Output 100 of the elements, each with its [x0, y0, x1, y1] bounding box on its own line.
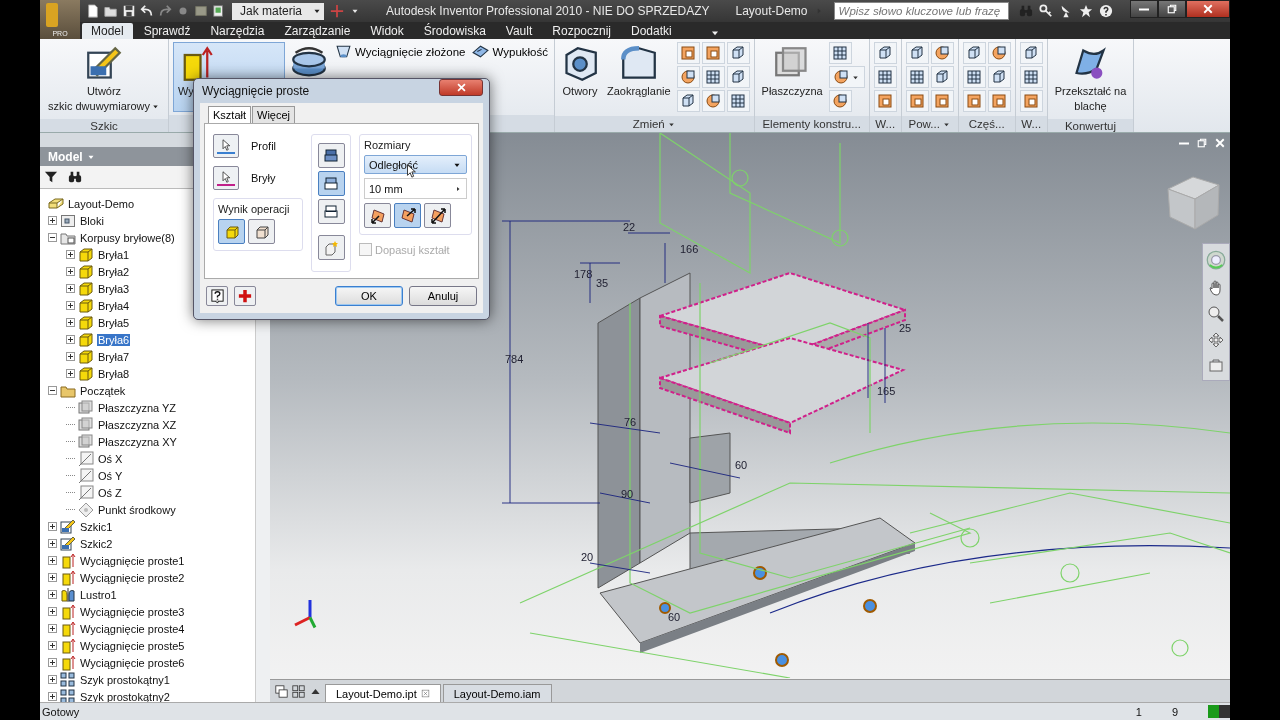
- tool-button[interactable]: [726, 42, 750, 64]
- close-button[interactable]: [1186, 0, 1230, 18]
- ribbon-button[interactable]: Przekształć na blachę: [1051, 42, 1130, 116]
- minimize-button[interactable]: [1130, 0, 1158, 18]
- output-toggle[interactable]: [248, 219, 275, 244]
- expand-icon[interactable]: [66, 301, 75, 310]
- tree-item[interactable]: Szkic2: [79, 537, 114, 550]
- cascade-button[interactable]: [274, 684, 289, 699]
- tree-item[interactable]: Bryła5: [97, 316, 131, 329]
- tool-button[interactable]: [962, 66, 986, 88]
- dialog-button[interactable]: OK: [335, 286, 403, 306]
- tile-button[interactable]: [291, 684, 306, 699]
- ribbon-tab[interactable]: Widok: [361, 23, 413, 39]
- ribbon-tab[interactable]: Model: [82, 23, 133, 39]
- direction-toggle[interactable]: [394, 203, 421, 228]
- document-tab[interactable]: Layout-Demo.iam: [442, 684, 552, 702]
- ribbon-tab[interactable]: Środowiska: [414, 23, 495, 39]
- expand-icon[interactable]: [66, 369, 75, 378]
- help-button[interactable]: [206, 286, 228, 306]
- ribbon-tab[interactable]: Narzędzia: [201, 23, 274, 39]
- expand-icon[interactable]: [66, 284, 75, 293]
- tool-button[interactable]: [676, 66, 700, 88]
- tool-button[interactable]: [962, 42, 986, 64]
- tool-button[interactable]: [873, 42, 897, 64]
- tree-item[interactable]: Bryła8: [97, 367, 131, 380]
- ribbon-tab[interactable]: Dodatki: [622, 23, 681, 39]
- tool-button[interactable]: [930, 90, 954, 112]
- tool-button[interactable]: [873, 66, 897, 88]
- tool-button[interactable]: [1019, 90, 1043, 112]
- output-toggle[interactable]: [218, 219, 245, 244]
- tree-item[interactable]: Bryła6: [97, 333, 131, 346]
- tree-item[interactable]: Wyciągnięcie proste5: [79, 639, 186, 652]
- tool-button[interactable]: [828, 42, 852, 64]
- expand-icon[interactable]: [48, 539, 57, 548]
- expand-icon[interactable]: [48, 692, 57, 701]
- tool-button[interactable]: [701, 66, 725, 88]
- close-button[interactable]: [439, 79, 483, 96]
- ribbon-button[interactable]: Otwory: [559, 42, 601, 112]
- dialog-tab[interactable]: Więcej: [252, 106, 296, 123]
- tree-item[interactable]: Wyciągnięcie proste4: [79, 622, 186, 635]
- expand-icon[interactable]: [48, 641, 57, 650]
- operation-toggle[interactable]: [317, 235, 345, 260]
- tree-item[interactable]: Bryła1: [97, 248, 131, 261]
- distance-field[interactable]: 10 mm: [364, 178, 467, 199]
- tree-item[interactable]: Wyciągnięcie proste3: [79, 605, 186, 618]
- expand-icon[interactable]: [66, 267, 75, 276]
- ribbon-tab[interactable]: Sprawdź: [134, 23, 200, 39]
- ribbon-tab[interactable]: Rozpocznij: [543, 23, 620, 39]
- ribbon-button[interactable]: Wypukłość: [470, 42, 550, 61]
- tree-item[interactable]: Bryła7: [97, 350, 131, 363]
- expand-icon[interactable]: [66, 335, 75, 344]
- selector-button[interactable]: [213, 134, 239, 158]
- operation-toggle[interactable]: [317, 143, 345, 168]
- expand-icon[interactable]: [48, 590, 57, 599]
- ribbon-button[interactable]: Wyciągnięcie złożone: [333, 42, 468, 61]
- new-button[interactable]: [86, 4, 100, 18]
- tool-button[interactable]: [726, 90, 750, 112]
- tree-item[interactable]: Wyciągnięcie proste6: [79, 656, 186, 669]
- ribbon-button[interactable]: Utwórz szkic dwuwymiarowy: [44, 42, 164, 116]
- orbit-button[interactable]: [1208, 332, 1224, 348]
- expand-icon[interactable]: [48, 522, 57, 531]
- tree-item[interactable]: Szkic1: [79, 520, 114, 533]
- tool-button[interactable]: [987, 90, 1011, 112]
- tool-button[interactable]: [676, 42, 700, 64]
- ribbon-button[interactable]: Zaokrąglanie: [604, 42, 674, 112]
- tree-item[interactable]: Oś Z: [97, 486, 123, 499]
- expand-icon[interactable]: [48, 675, 57, 684]
- ribbon-tab[interactable]: Zarządzanie: [275, 23, 360, 39]
- tool-button[interactable]: [962, 90, 986, 112]
- tree-item[interactable]: Wyciągnięcie proste2: [79, 571, 186, 584]
- tool-button[interactable]: [1019, 42, 1043, 64]
- tree-item[interactable]: Wyciągnięcie proste1: [79, 554, 186, 567]
- expand-icon[interactable]: [66, 318, 75, 327]
- tree-item[interactable]: Korpusy bryłowe(8): [79, 231, 176, 244]
- restore-button[interactable]: [1158, 0, 1186, 18]
- tool-button[interactable]: [905, 42, 929, 64]
- expand-icon[interactable]: [48, 216, 57, 225]
- tree-item[interactable]: Oś Y: [97, 469, 124, 482]
- extents-dropdown[interactable]: Odległość: [364, 155, 467, 174]
- expand-icon[interactable]: [48, 573, 57, 582]
- tool-button[interactable]: [987, 66, 1011, 88]
- tree-item[interactable]: Lustro1: [79, 588, 118, 601]
- dialog-button[interactable]: Anuluj: [409, 286, 477, 306]
- dialog-tab[interactable]: Kształt: [208, 106, 251, 123]
- tool-button[interactable]: [701, 90, 725, 112]
- tool-button[interactable]: [1019, 66, 1043, 88]
- expand-icon[interactable]: [66, 352, 75, 361]
- tool-button[interactable]: [701, 42, 725, 64]
- collapse-icon[interactable]: [48, 233, 57, 242]
- zoom-button[interactable]: [1208, 306, 1224, 322]
- tree-item[interactable]: Bloki: [79, 214, 105, 227]
- operation-toggle[interactable]: [317, 199, 345, 224]
- tool-button[interactable]: [676, 90, 700, 112]
- view-button[interactable]: [1208, 358, 1224, 374]
- pan-button[interactable]: [1208, 280, 1224, 296]
- tool-button[interactable]: [828, 90, 852, 112]
- direction-toggle[interactable]: [364, 203, 391, 228]
- ribbon-button[interactable]: Płaszczyzna: [758, 42, 826, 112]
- add-button[interactable]: [234, 286, 256, 306]
- expand-icon[interactable]: [48, 607, 57, 616]
